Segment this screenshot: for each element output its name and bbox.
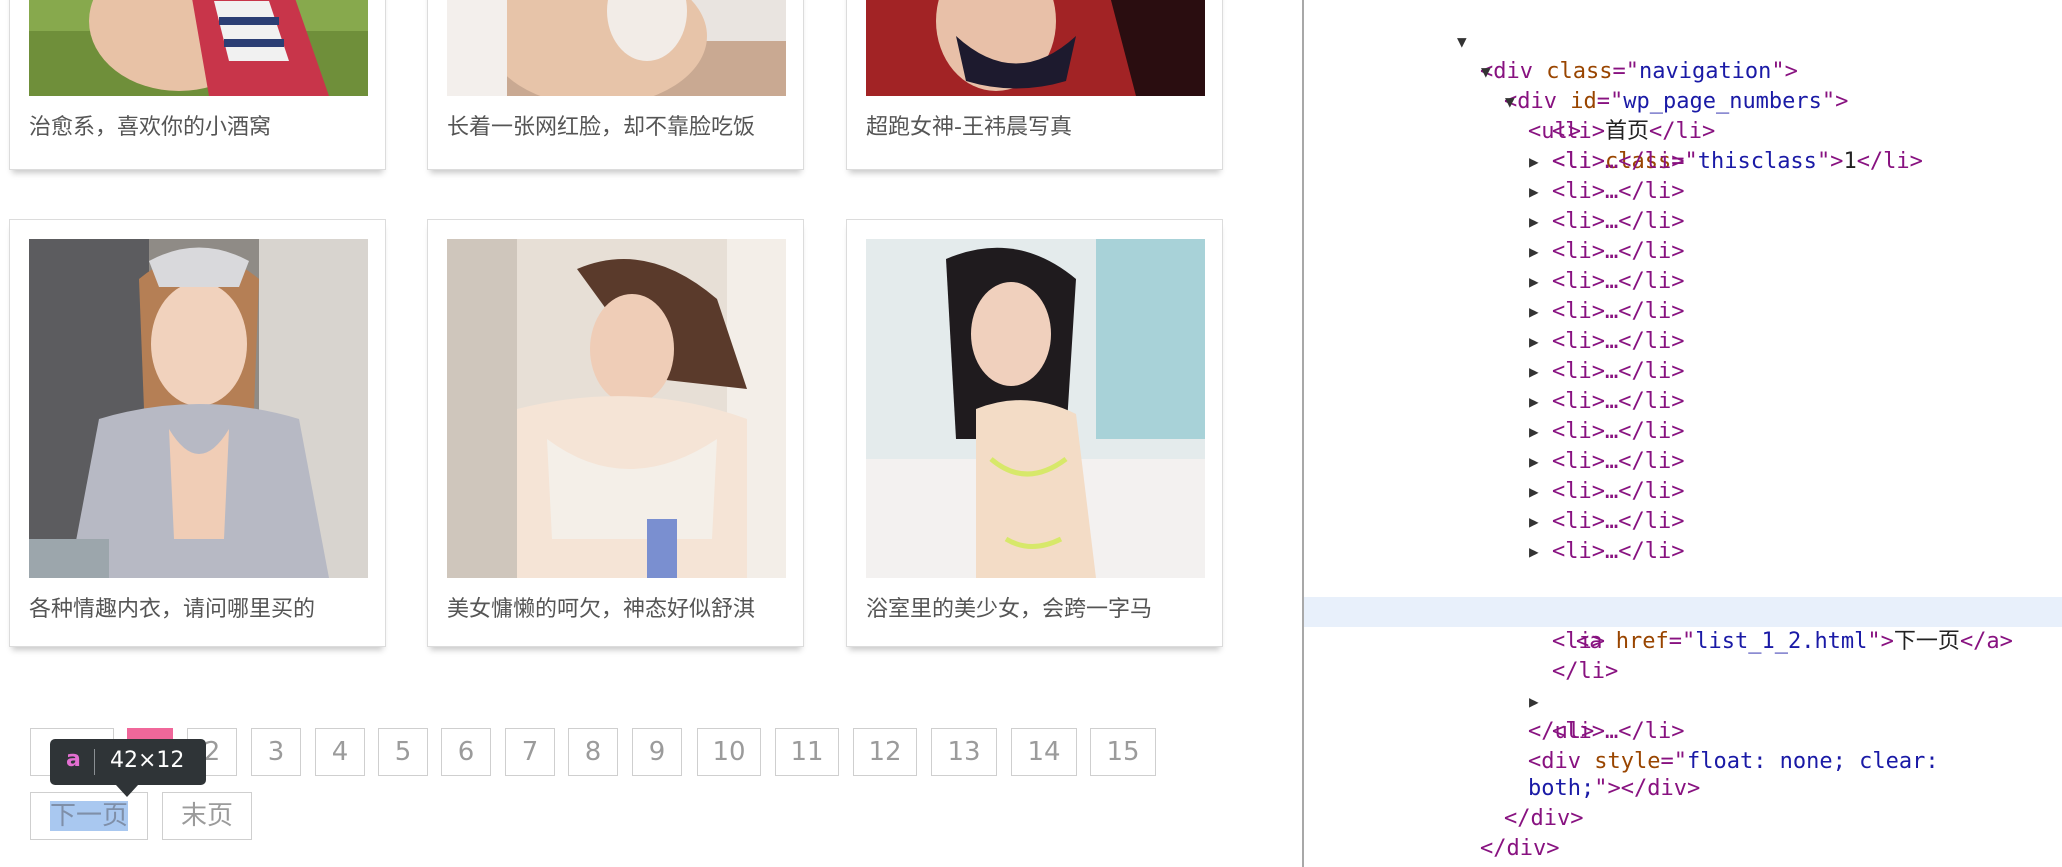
- gallery-thumbnail[interactable]: [447, 0, 786, 96]
- dom-node-wp-page-numbers[interactable]: ▼ <div id="wp_page_numbers">: [1304, 27, 2062, 114]
- dom-node-li-collapsed[interactable]: ▶ <li>…</li>: [1304, 357, 2062, 387]
- expand-triangle-icon[interactable]: ▶: [1529, 147, 1539, 177]
- gallery-card[interactable]: 各种情趣内衣，请问哪里买的: [9, 219, 386, 647]
- dom-collapsed-text: <li>…</li>: [1552, 179, 1685, 204]
- dom-node-div-close: </div>: [1304, 834, 2062, 867]
- page-14-link[interactable]: 14: [1011, 728, 1077, 776]
- page-10-link[interactable]: 10: [697, 728, 761, 776]
- dom-node-clear-div-cont[interactable]: both;"></div>: [1304, 744, 2062, 801]
- tooltip-tag-name: a: [66, 747, 81, 772]
- tooltip-dimensions: 42×12: [110, 748, 185, 773]
- page-7-link[interactable]: 7: [505, 728, 555, 776]
- dom-node-li-close: </li>: [1304, 627, 2062, 684]
- gallery-card[interactable]: 治愈系，喜欢你的小酒窝: [9, 0, 386, 170]
- expand-triangle-icon[interactable]: ▶: [1529, 207, 1539, 237]
- next-page-label[interactable]: 下一页: [49, 801, 128, 831]
- expand-triangle-icon[interactable]: ▶: [1529, 447, 1539, 477]
- gallery-caption[interactable]: 治愈系，喜欢你的小酒窝: [29, 109, 374, 141]
- dom-node-li-collapsed[interactable]: ▶ <li>…</li>: [1304, 417, 2062, 447]
- last-page-link[interactable]: 末页: [162, 792, 252, 840]
- dom-collapsed-text: <li>…</li>: [1552, 239, 1685, 264]
- dom-node-div-close: </div>: [1304, 774, 2062, 831]
- next-page-link[interactable]: 下一页: [30, 792, 148, 840]
- dom-node-li-collapsed[interactable]: ▶ <li>…</li>: [1304, 177, 2062, 207]
- dom-collapsed-text: <li>…</li>: [1552, 479, 1685, 504]
- expand-triangle-icon[interactable]: ▶: [1529, 177, 1539, 207]
- page-4-link[interactable]: 4: [315, 728, 365, 776]
- expand-triangle-icon[interactable]: ▶: [1529, 387, 1539, 417]
- page-9-link[interactable]: 9: [632, 728, 682, 776]
- page-6-link[interactable]: 6: [441, 728, 491, 776]
- web-page-viewport: 治愈系，喜欢你的小酒窝 长着一张网红脸，却不靠脸吃饭 超跑女神-王祎晨写真 各种…: [0, 0, 1302, 867]
- expand-triangle-icon[interactable]: ▶: [1529, 327, 1539, 357]
- dom-node-li-collapsed[interactable]: ▶ <li>…</li>: [1304, 537, 2062, 567]
- gallery-card[interactable]: 超跑女神-王祎晨写真: [846, 0, 1223, 170]
- gallery-caption[interactable]: 长着一张网红脸，却不靠脸吃饭: [447, 109, 792, 141]
- dom-collapsed-text: <li>…</li>: [1552, 389, 1685, 414]
- gallery-thumbnail[interactable]: [29, 239, 368, 578]
- dom-collapsed-text: <li>…</li>: [1552, 329, 1685, 354]
- dom-node-ul-close: </ul>: [1304, 687, 2062, 744]
- expand-triangle-icon[interactable]: ▶: [1529, 267, 1539, 297]
- gallery-thumbnail[interactable]: [447, 239, 786, 578]
- gallery-caption[interactable]: 美女慵懒的呵欠，神态好似舒淇: [447, 591, 792, 623]
- dom-node-div-close: </div>: [1304, 804, 2062, 861]
- dom-node-li-collapsed[interactable]: ▶ <li>…</li>: [1304, 387, 2062, 417]
- gallery-thumbnail[interactable]: [866, 0, 1205, 96]
- dom-node-li-collapsed[interactable]: ▶ <li>…</li>: [1304, 507, 2062, 537]
- expand-triangle-icon[interactable]: ▶: [1529, 537, 1539, 567]
- expand-triangle-icon[interactable]: ▶: [1529, 237, 1539, 267]
- tooltip-divider: [94, 749, 95, 775]
- page-12-link[interactable]: 12: [853, 728, 917, 776]
- dom-node-li-collapsed-last[interactable]: ▶ <li>…</li>: [1304, 657, 2062, 744]
- dom-collapsed-text: <li>…</li>: [1552, 299, 1685, 324]
- dom-node-li-collapsed[interactable]: ▶ <li>…</li>: [1304, 447, 2062, 477]
- dom-node-li-thisclass[interactable]: <li class="thisclass">1</li>: [1304, 117, 2062, 174]
- gallery-card[interactable]: 长着一张网红脸，却不靠脸吃饭: [427, 0, 804, 170]
- dom-node-li-collapsed[interactable]: ▶ <li>…</li>: [1304, 207, 2062, 237]
- page-3-link[interactable]: 3: [251, 728, 301, 776]
- dom-collapsed-text: <li>…</li>: [1552, 449, 1685, 474]
- page-11-link[interactable]: 11: [775, 728, 839, 776]
- gallery-caption[interactable]: 浴室里的美少女，会跨一字马: [866, 591, 1211, 623]
- dom-node-li-collapsed[interactable]: ▶ <li>…</li>: [1304, 267, 2062, 297]
- dom-node-clear-div[interactable]: <div style="float: none; clear:: [1304, 717, 2062, 774]
- page-15-link[interactable]: 15: [1090, 728, 1156, 776]
- dom-node-li-collapsed[interactable]: ▶ <li>…</li>: [1304, 327, 2062, 357]
- dom-collapsed-text: <li>…</li>: [1552, 509, 1685, 534]
- gallery-thumbnail[interactable]: [29, 0, 368, 96]
- page-8-link[interactable]: 8: [568, 728, 618, 776]
- gallery-caption[interactable]: 各种情趣内衣，请问哪里买的: [29, 591, 374, 623]
- gallery-card[interactable]: 浴室里的美少女，会跨一字马: [846, 219, 1223, 647]
- page-13-link[interactable]: 13: [931, 728, 997, 776]
- dom-collapsed-text: <li>…</li>: [1552, 269, 1685, 294]
- dom-collapsed-text: <li>…</li>: [1552, 209, 1685, 234]
- gallery-thumbnail[interactable]: [866, 239, 1205, 578]
- dom-node-li-collapsed[interactable]: ▶ <li>…</li>: [1304, 237, 2062, 267]
- expand-triangle-icon[interactable]: ▶: [1529, 297, 1539, 327]
- expand-triangle-icon[interactable]: ▶: [1529, 357, 1539, 387]
- dom-node-li-collapsed[interactable]: ▶ <li>…</li>: [1304, 147, 2062, 177]
- dom-node-li-collapsed[interactable]: ▶ <li>…</li>: [1304, 477, 2062, 507]
- element-inspector-tooltip: a 42×12: [50, 739, 206, 797]
- dom-collapsed-text: <li>…</li>: [1552, 149, 1685, 174]
- dom-collapsed-text: <li>…</li>: [1552, 359, 1685, 384]
- dom-node-ul[interactable]: ▼ <ul>: [1304, 57, 2062, 144]
- dom-node-li-collapsed[interactable]: ▶ <li>…</li>: [1304, 297, 2062, 327]
- page-5-link[interactable]: 5: [378, 728, 428, 776]
- dom-node-li-home[interactable]: <li>首页</li>: [1304, 87, 2062, 144]
- dom-node-navigation[interactable]: ▼ <div class="navigation">: [1304, 0, 2062, 84]
- expand-triangle-icon[interactable]: ▶: [1529, 417, 1539, 447]
- gallery-caption[interactable]: 超跑女神-王祎晨写真: [866, 109, 1211, 141]
- dom-node-li-open[interactable]: ▼ <li>: [1304, 567, 2062, 654]
- dom-collapsed-text: <li>…</li>: [1552, 539, 1685, 564]
- expand-triangle-icon[interactable]: ▶: [1529, 507, 1539, 537]
- tooltip-pointer: [116, 785, 138, 797]
- devtools-elements-panel: ▼ <div class="navigation"> ▼ <div id="wp…: [1302, 0, 2062, 867]
- gallery-card[interactable]: 美女慵懒的呵欠，神态好似舒淇: [427, 219, 804, 647]
- expand-triangle-icon[interactable]: ▶: [1529, 477, 1539, 507]
- dom-collapsed-text: <li>…</li>: [1552, 419, 1685, 444]
- dom-node-next-link-selected[interactable]: <a href="list_1_2.html">下一页</a>: [1304, 597, 2062, 654]
